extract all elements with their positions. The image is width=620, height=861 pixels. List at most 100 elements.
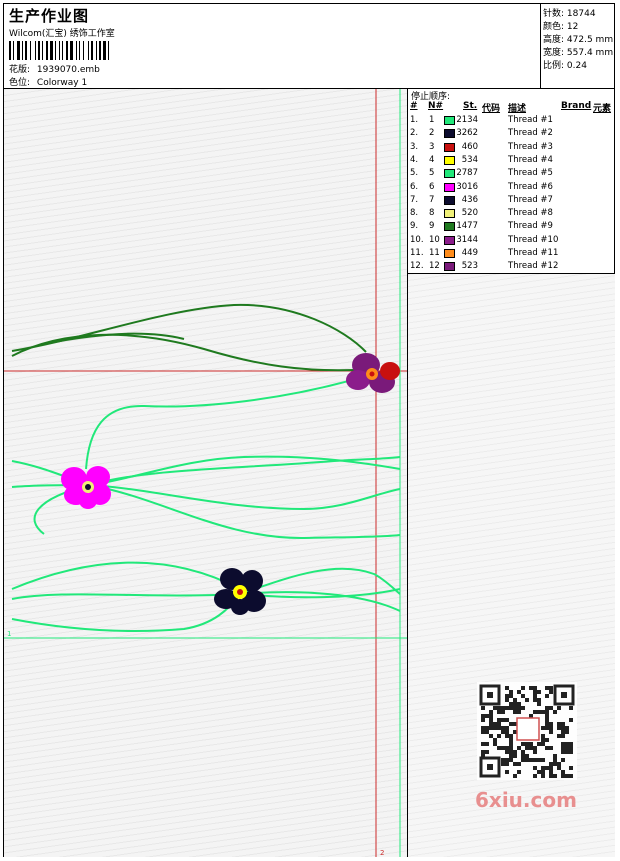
company-name: Wilcom(汇宝) 绣饰工作室 <box>9 29 115 39</box>
col-header-n: N# <box>428 101 444 111</box>
stat-stitches: 针数: 18744 <box>543 6 596 19</box>
row-description: Thread #11 <box>508 248 559 258</box>
stat-scale-label: 比例: <box>543 61 565 71</box>
color-swatch <box>444 235 455 245</box>
color-swatch <box>444 155 455 165</box>
table-row: 6. 6 3016 Thread #6 <box>408 182 615 195</box>
table-row: 4. 4 534 Thread #4 <box>408 155 615 168</box>
row-stitches: 3144 <box>456 234 478 245</box>
table-row: 1. 1 2134 Thread #1 <box>408 115 615 128</box>
col-header-brand: Brand <box>561 101 592 111</box>
colorway-label: 色位: <box>9 78 31 88</box>
row-stitches: 520 <box>461 208 478 219</box>
design-artwork: 1 2 <box>4 89 407 857</box>
row-n: 4 <box>429 154 435 165</box>
stat-width-value: 557.4 mm <box>566 48 614 58</box>
row-stitches: 3262 <box>456 128 478 139</box>
stat-height: 高度: 472.5 mm <box>543 32 613 45</box>
stat-stitches-label: 针数: <box>543 9 565 19</box>
row-index: 10. <box>410 234 424 245</box>
row-stitches: 523 <box>461 261 478 272</box>
row-n: 7 <box>429 194 435 205</box>
magenta-flower <box>61 466 111 509</box>
color-swatch <box>444 129 455 139</box>
stat-colors-label: 颜色: <box>543 22 565 32</box>
row-n: 11 <box>429 248 440 258</box>
row-index: 2. <box>410 128 419 139</box>
table-row: 10. 10 3144 Thread #10 <box>408 235 615 248</box>
color-swatch <box>444 116 455 125</box>
stat-scale-value: 0.24 <box>566 61 587 71</box>
row-index: 3. <box>410 141 419 152</box>
color-swatch <box>444 222 455 232</box>
row-n: 3 <box>429 141 435 152</box>
row-stitches: 3016 <box>456 181 478 192</box>
color-swatch <box>444 249 455 258</box>
row-description: Thread #5 <box>508 168 553 179</box>
row-index: 12. <box>410 261 424 272</box>
color-swatch <box>444 182 455 192</box>
stat-width-label: 宽度: <box>543 48 565 58</box>
stat-stitches-value: 18744 <box>566 9 596 19</box>
col-header-index: # <box>410 101 418 111</box>
row-description: Thread #7 <box>508 194 553 205</box>
row-index: 4. <box>410 154 419 165</box>
colorway-value: Colorway 1 <box>36 78 88 88</box>
row-description: Thread #2 <box>508 128 553 139</box>
col-header-code: 代码 <box>482 104 501 114</box>
col-header-description: 描述 <box>508 104 527 114</box>
row-index: 6. <box>410 181 419 192</box>
design-file-label: 花版: <box>9 65 31 75</box>
row-description: Thread #9 <box>508 221 553 232</box>
row-index: 7. <box>410 194 419 205</box>
bright-green-stems <box>11 378 401 632</box>
table-row: 3. 3 460 Thread #3 <box>408 142 615 155</box>
table-row: 5. 5 2787 Thread #5 <box>408 168 615 181</box>
row-n: 8 <box>429 208 435 219</box>
row-description: Thread #12 <box>508 261 559 272</box>
table-row: 8. 8 520 Thread #8 <box>408 208 615 221</box>
stats-panel: 针数: 18744 颜色: 12 高度: 472.5 mm 宽度: 557.4 … <box>541 4 615 88</box>
stat-colors-value: 12 <box>566 22 579 32</box>
stat-colors: 颜色: 12 <box>543 19 578 32</box>
row-n: 10 <box>429 234 440 245</box>
purple-flower <box>346 353 400 393</box>
color-swatch <box>444 169 455 179</box>
watermark-text: 6xiu.com <box>475 788 577 812</box>
color-swatch <box>444 209 455 219</box>
header: 生产作业图 Wilcom(汇宝) 绣饰工作室 花版: 1939070.emb 色… <box>4 4 541 88</box>
row-n: 9 <box>429 221 435 232</box>
row-description: Thread #8 <box>508 208 553 219</box>
col-header-element: 元素 <box>593 104 612 114</box>
page-title: 生产作业图 <box>9 7 90 25</box>
dark-flower <box>214 568 266 615</box>
col-header-stitches: St. <box>463 101 478 111</box>
table-row: 7. 7 436 Thread #7 <box>408 195 615 208</box>
row-index: 1. <box>410 115 419 125</box>
stat-height-label: 高度: <box>543 35 565 45</box>
table-row: 2. 2 3262 Thread #2 <box>408 128 615 141</box>
stat-height-value: 472.5 mm <box>566 35 614 45</box>
row-description: Thread #1 <box>508 115 553 125</box>
design-file-value: 1939070.emb <box>36 65 100 75</box>
row-description: Thread #6 <box>508 181 553 192</box>
row-index: 8. <box>410 208 419 219</box>
row-description: Thread #10 <box>508 234 559 245</box>
table-row: 12. 12 523 Thread #12 <box>408 261 615 274</box>
marker-start: 1 <box>7 630 11 638</box>
color-swatch <box>444 142 455 152</box>
design-canvas[interactable]: 1 2 <box>4 89 408 857</box>
table-row: 9. 9 1477 Thread #9 <box>408 221 615 234</box>
row-index: 5. <box>410 168 419 179</box>
row-stitches: 436 <box>461 194 478 205</box>
stat-width: 宽度: 557.4 mm <box>543 45 613 58</box>
design-file-line: 花版: 1939070.emb <box>9 62 100 75</box>
colorway-line: 色位: Colorway 1 <box>9 75 87 88</box>
row-n: 2 <box>429 128 435 139</box>
row-stitches: 2134 <box>456 115 478 125</box>
barcode <box>9 41 109 60</box>
row-index: 11. <box>410 248 424 258</box>
stop-sequence-panel: 停止顺序: # N# St. 代码 描述 Brand 元素 1. 1 2134 Thr… <box>408 89 615 274</box>
row-n: 6 <box>429 181 435 192</box>
seal-icon <box>516 717 540 741</box>
